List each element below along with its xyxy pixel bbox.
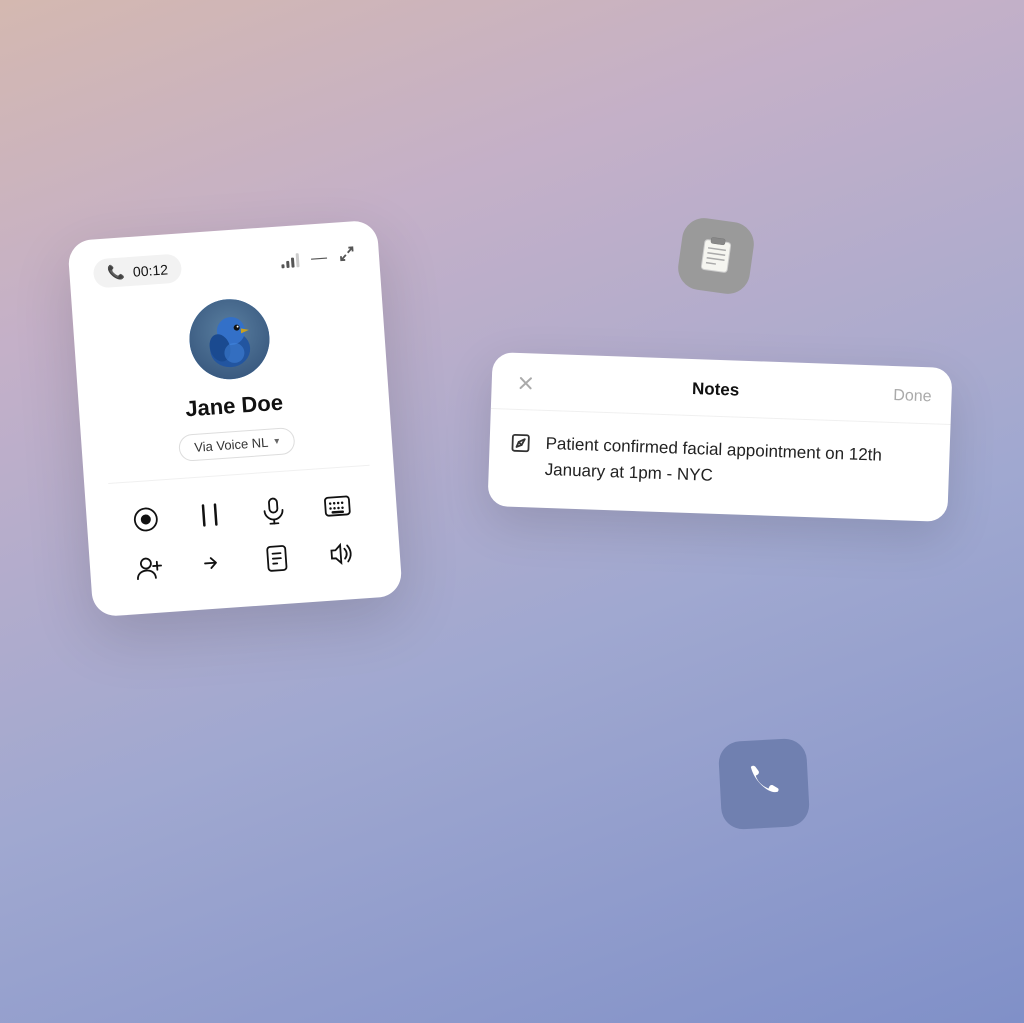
contact-info: Jane Doe Via Voice NL ▾ <box>96 290 370 484</box>
notes-body: Patient confirmed facial appointment on … <box>487 409 950 522</box>
controls-row-2 <box>113 534 377 588</box>
via-voice-dropdown[interactable]: Via Voice NL ▾ <box>178 427 295 462</box>
signal-bar-3 <box>291 257 295 267</box>
speaker-button[interactable] <box>321 535 359 573</box>
contact-name: Jane Doe <box>184 390 283 423</box>
transfer-button[interactable] <box>194 544 232 582</box>
add-person-button[interactable] <box>130 548 168 586</box>
record-button[interactable] <box>127 500 165 538</box>
signal-bar-4 <box>296 253 300 267</box>
pause-button[interactable] <box>190 496 228 534</box>
edit-icon <box>509 432 532 461</box>
phone-icon: 📞 <box>107 263 126 281</box>
notes-content: Patient confirmed facial appointment on … <box>544 431 930 497</box>
controls-row-1 <box>110 486 374 540</box>
contacts-button[interactable] <box>258 539 296 577</box>
signal-bar-1 <box>281 264 284 268</box>
signal-bar-2 <box>286 260 289 267</box>
phone-app-icon[interactable] <box>718 738 810 830</box>
notes-card: Notes Done Patient confirmed facial appo… <box>487 352 952 522</box>
minimize-button[interactable]: — <box>310 249 327 268</box>
via-voice-label: Via Voice NL <box>194 435 269 455</box>
avatar <box>187 297 272 382</box>
notes-app-icon[interactable] <box>675 215 756 296</box>
chevron-down-icon: ▾ <box>274 436 280 447</box>
signal-bars <box>281 253 300 268</box>
call-header-icons: — <box>280 245 355 271</box>
notes-title: Notes <box>539 374 891 406</box>
mute-button[interactable] <box>254 491 292 529</box>
keyboard-button[interactable] <box>318 487 356 525</box>
expand-button[interactable] <box>338 245 355 267</box>
call-card-header: 📞 00:12 — <box>93 241 356 288</box>
timer-display: 00:12 <box>132 261 168 279</box>
phone-app-icon-symbol <box>741 756 788 811</box>
notes-close-button[interactable] <box>511 369 540 398</box>
notes-done-button[interactable]: Done <box>891 387 932 406</box>
call-card: 📞 00:12 — <box>67 220 403 618</box>
call-controls <box>110 486 377 588</box>
call-timer: 📞 00:12 <box>93 253 183 288</box>
